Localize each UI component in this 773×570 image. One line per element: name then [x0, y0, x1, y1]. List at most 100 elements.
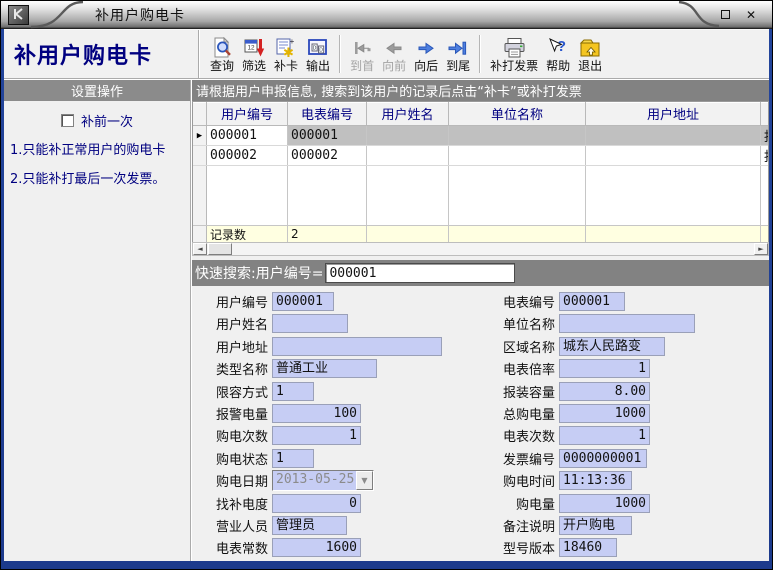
svg-text:✱: ✱ — [283, 45, 294, 59]
grid-cell — [449, 126, 586, 145]
toolbar-separator — [339, 35, 341, 73]
grid-empty-area — [193, 166, 768, 225]
svg-text:12: 12 — [247, 45, 255, 52]
grid-header-row: 用户编号电表编号用户姓名单位名称用户地址 — [193, 102, 768, 126]
toolbar-button-label: 向后 — [414, 59, 438, 73]
form-field[interactable] — [272, 337, 442, 356]
toolbar-button-help[interactable]: ?帮助 — [543, 34, 573, 74]
maximize-button[interactable] — [721, 9, 730, 21]
form-field[interactable]: 1600 — [272, 538, 361, 557]
field-label: 总购电量 — [501, 404, 555, 423]
field-label: 报警电量 — [214, 404, 268, 423]
grid-column-header: 用户编号 — [207, 102, 288, 126]
form-field[interactable]: 1 — [272, 426, 361, 445]
field-label: 限容方式 — [214, 382, 268, 401]
table-row[interactable]: 000002000002报 — [193, 146, 768, 166]
form-row: 营业人员管理员 — [214, 516, 447, 535]
toolbar-button-replace-card[interactable]: +✱补卡 — [271, 34, 301, 74]
form-field[interactable]: 000001 — [272, 292, 334, 311]
form-field[interactable]: 1000 — [559, 494, 650, 513]
form-field[interactable]: 普通工业 — [272, 359, 377, 378]
form-field[interactable]: 11:13:36 — [559, 471, 632, 490]
form-field[interactable]: 1 — [272, 382, 314, 401]
grid-cell — [449, 166, 586, 225]
form-field[interactable]: 1 — [559, 359, 650, 378]
form-field[interactable]: 100 — [272, 404, 361, 423]
toolbar-separator — [479, 35, 481, 73]
grid-cell — [367, 226, 449, 242]
grid-cell: 000001 — [288, 126, 367, 145]
field-label: 单位名称 — [501, 314, 555, 333]
toolbar-button-exit[interactable]: 退出 — [575, 34, 605, 74]
replace-card-icon: +✱ — [275, 35, 297, 59]
export-icon: DD — [307, 35, 329, 59]
scrollbar-track[interactable] — [207, 243, 754, 255]
toolbar-button-go-next[interactable]: 向后 — [411, 34, 441, 74]
toolbar-button-go-previous: 向前 — [379, 34, 409, 74]
grid-cell: 报 — [761, 146, 769, 165]
checkbox-label: 补前一次 — [81, 111, 133, 130]
checkbox-icon[interactable] — [61, 114, 74, 127]
svg-text:?: ? — [557, 38, 566, 55]
sidebar: 设置操作 补前一次 1.只能补正常用户的购电卡 2.只能补打最后一次发票。 — [4, 80, 192, 561]
search-document-icon — [211, 35, 233, 59]
form-row: 单位名称 — [501, 314, 695, 333]
grid-cell — [586, 126, 761, 145]
close-button[interactable]: ✕ — [746, 9, 756, 21]
app-logo-icon — [8, 5, 29, 25]
toolbar-button-go-last[interactable]: 到尾 — [443, 34, 473, 74]
quick-search-input[interactable] — [325, 263, 515, 283]
form-field[interactable]: 1 — [559, 426, 650, 445]
scrollbar-thumb[interactable] — [208, 243, 232, 255]
form-field[interactable]: 8.00 — [559, 382, 650, 401]
redo-previous-checkbox[interactable]: 补前一次 — [4, 111, 190, 130]
grid-cell — [761, 102, 769, 126]
scroll-left-arrow-icon[interactable]: ◄ — [193, 243, 207, 255]
exit-icon — [578, 35, 602, 59]
grid-cell: 报 — [761, 126, 769, 145]
form-field[interactable] — [559, 314, 695, 333]
grid-column-header: 用户姓名 — [367, 102, 449, 126]
form-field[interactable] — [272, 314, 348, 333]
scroll-right-arrow-icon[interactable]: ► — [754, 243, 768, 255]
record-count-label: 记录数 — [207, 226, 288, 242]
grid-cell — [586, 226, 761, 242]
toolbar-button-filter[interactable]: 12筛选 — [239, 34, 269, 74]
toolbar-button-label: 查询 — [210, 59, 234, 73]
field-label: 备注说明 — [501, 516, 555, 535]
purchase-date-combo[interactable]: 2013-05-25▼ — [272, 470, 374, 491]
chevron-down-icon[interactable]: ▼ — [356, 471, 373, 490]
form-field[interactable]: 000001 — [559, 292, 625, 311]
grid-column-header: 用户地址 — [586, 102, 761, 126]
form-field[interactable]: 0000000001 — [559, 449, 647, 468]
field-label: 型号版本 — [501, 538, 555, 557]
form-field[interactable]: 0 — [272, 494, 361, 513]
toolbar-button-output[interactable]: DD输出 — [303, 34, 333, 74]
grid-horizontal-scrollbar[interactable]: ◄ ► — [192, 242, 769, 256]
form-field[interactable]: 城东人民路变 — [559, 337, 665, 356]
table-row[interactable]: ▶000001000001报 — [193, 126, 768, 146]
form-row: 区域名称城东人民路变 — [501, 337, 695, 356]
form-field[interactable]: 管理员 — [272, 516, 347, 535]
user-grid: 用户编号电表编号用户姓名单位名称用户地址▶000001000001报000002… — [192, 101, 769, 242]
form-field[interactable]: 1000 — [559, 404, 650, 423]
form-row: 限容方式1 — [214, 382, 447, 401]
titlebar-swoosh-right — [677, 1, 721, 29]
app-body: 补用户购电卡 查询12筛选+✱补卡DD输出到首向前向后到尾补打发票?帮助退出 设… — [4, 29, 769, 561]
grid-cell — [761, 226, 769, 242]
form-field[interactable]: 开户购电 — [559, 516, 632, 535]
field-label: 类型名称 — [214, 359, 268, 378]
go-next-icon — [415, 35, 437, 59]
form-row: 电表倍率1 — [501, 359, 695, 378]
toolbar-button-label: 补打发票 — [490, 59, 538, 73]
grid-cell — [449, 146, 586, 165]
form-field[interactable]: 1 — [272, 449, 314, 468]
toolbar-button-label: 补卡 — [274, 59, 298, 73]
toolbar-button-reprint-invoice[interactable]: 补打发票 — [487, 34, 541, 74]
toolbar-button-query[interactable]: 查询 — [207, 34, 237, 74]
grid-cell — [761, 166, 769, 225]
form-row: 用户编号000001 — [214, 292, 447, 311]
print-invoice-icon — [501, 35, 527, 59]
form-field[interactable]: 18460 — [559, 538, 617, 557]
form-row: 发票编号0000000001 — [501, 449, 695, 468]
